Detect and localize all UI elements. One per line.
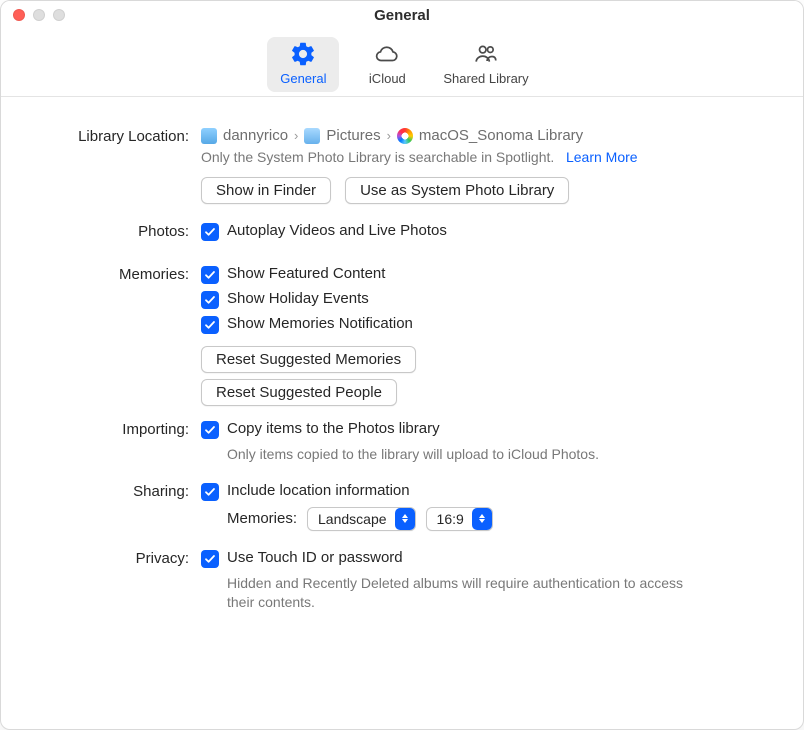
copy-to-library-label: Copy items to the Photos library: [227, 420, 440, 437]
tab-shared-library[interactable]: Shared Library: [435, 37, 536, 92]
orientation-value: Landscape: [318, 511, 395, 527]
chevron-right-icon: ›: [294, 128, 298, 143]
include-location-checkbox[interactable]: [201, 483, 219, 501]
learn-more-link[interactable]: Learn More: [566, 149, 638, 165]
touch-id-checkbox[interactable]: [201, 550, 219, 568]
gear-icon: [288, 41, 318, 67]
library-location-label: Library Location:: [41, 127, 201, 204]
folder-icon: [304, 128, 320, 144]
memories-notification-checkbox[interactable]: [201, 316, 219, 334]
people-icon: [471, 41, 501, 67]
aspect-value: 16:9: [437, 511, 472, 527]
importing-label: Importing:: [41, 420, 201, 464]
reset-suggested-memories-button[interactable]: Reset Suggested Memories: [201, 346, 416, 373]
memories-notification-label: Show Memories Notification: [227, 315, 413, 332]
photos-library-icon: [397, 128, 413, 144]
tab-shared-label: Shared Library: [443, 71, 528, 86]
copy-to-library-checkbox[interactable]: [201, 421, 219, 439]
sharing-label: Sharing:: [41, 482, 201, 531]
privacy-label: Privacy:: [41, 549, 201, 612]
holiday-events-checkbox[interactable]: [201, 291, 219, 309]
featured-content-checkbox[interactable]: [201, 266, 219, 284]
autoplay-label: Autoplay Videos and Live Photos: [227, 222, 447, 239]
touch-id-label: Use Touch ID or password: [227, 549, 403, 566]
toolbar: General iCloud Shared Library: [1, 29, 803, 96]
window-title: General: [1, 7, 803, 24]
orientation-select[interactable]: Landscape: [307, 507, 416, 531]
breadcrumb-seg: macOS_Sonoma Library: [419, 127, 583, 144]
breadcrumb-seg: Pictures: [326, 127, 380, 144]
importing-hint: Only items copied to the library will up…: [227, 445, 763, 464]
cloud-icon: [372, 41, 402, 67]
settings-window: General General iCloud Shared Library: [0, 0, 804, 730]
sharing-memories-label: Memories:: [227, 510, 297, 527]
library-hint: Only the System Photo Library is searcha…: [201, 149, 554, 165]
use-as-system-library-button[interactable]: Use as System Photo Library: [345, 177, 569, 204]
content: Library Location: dannyrico › Pictures ›…: [1, 97, 803, 648]
tab-general[interactable]: General: [267, 37, 339, 92]
photos-label: Photos:: [41, 222, 201, 247]
chevron-right-icon: ›: [387, 128, 391, 143]
show-in-finder-button[interactable]: Show in Finder: [201, 177, 331, 204]
tab-icloud[interactable]: iCloud: [351, 37, 423, 92]
reset-suggested-people-button[interactable]: Reset Suggested People: [201, 379, 397, 406]
stepper-icon: [395, 508, 415, 530]
featured-content-label: Show Featured Content: [227, 265, 385, 282]
holiday-events-label: Show Holiday Events: [227, 290, 369, 307]
home-folder-icon: [201, 128, 217, 144]
stepper-icon: [472, 508, 492, 530]
library-path-breadcrumb[interactable]: dannyrico › Pictures › macOS_Sonoma Libr…: [201, 127, 763, 144]
breadcrumb-seg: dannyrico: [223, 127, 288, 144]
titlebar: General: [1, 1, 803, 29]
tab-general-label: General: [280, 71, 326, 86]
aspect-ratio-select[interactable]: 16:9: [426, 507, 493, 531]
tab-icloud-label: iCloud: [369, 71, 406, 86]
memories-label: Memories:: [41, 265, 201, 406]
include-location-label: Include location information: [227, 482, 410, 499]
autoplay-checkbox[interactable]: [201, 223, 219, 241]
privacy-hint: Hidden and Recently Deleted albums will …: [227, 574, 707, 612]
